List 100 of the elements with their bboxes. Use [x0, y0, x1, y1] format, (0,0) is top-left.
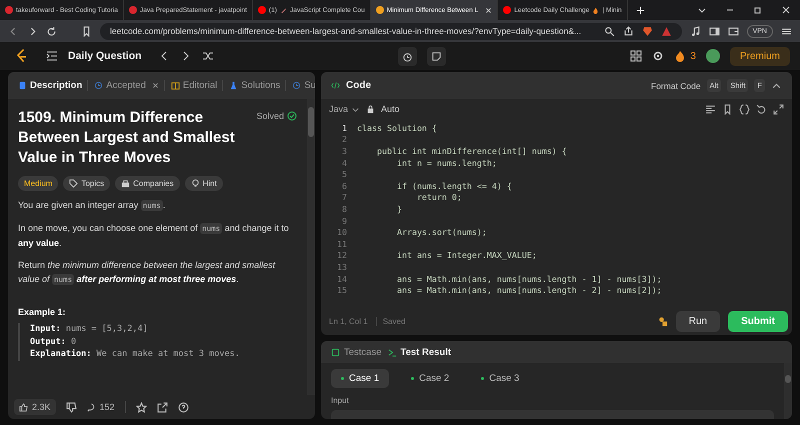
help-icon[interactable]	[178, 402, 189, 412]
like-button[interactable]: 2.3K	[14, 399, 56, 415]
check-circle-icon	[287, 111, 297, 121]
flask-icon	[229, 81, 238, 90]
code-line: }	[396, 204, 402, 214]
external-link-icon[interactable]	[156, 402, 168, 412]
line-number: 12	[336, 250, 348, 260]
undo-icon[interactable]	[756, 104, 767, 114]
status-dot-icon	[481, 377, 484, 380]
address-bar[interactable]: leetcode.com/problems/minimum-difference-between-largest-and-smallest-value-in-three-moves/?envType=daily-question&...	[100, 22, 682, 40]
alarm-clock-button[interactable]	[398, 46, 417, 66]
new-tab-icon[interactable]	[636, 6, 645, 14]
star-icon[interactable]	[136, 402, 147, 412]
wallet-icon[interactable]	[728, 26, 739, 36]
shield-icon[interactable]	[642, 26, 653, 36]
bookmark-icon[interactable]	[722, 104, 733, 114]
url-text: leetcode.com/problems/minimum-difference-between-largest-and-smallest-value-in-three-moves/?envType=daily-question&...	[110, 26, 582, 36]
checkbox-icon	[331, 348, 340, 356]
code-icon	[331, 81, 340, 90]
music-icon[interactable]	[690, 26, 701, 36]
avatar-icon[interactable]	[706, 49, 720, 63]
code-line: Arrays.sort(nums);	[396, 227, 487, 238]
sidebar-icon[interactable]	[708, 26, 720, 36]
expand-icon[interactable]	[773, 104, 784, 114]
difficulty-tag[interactable]: Medium	[18, 176, 58, 191]
problem-title: 1509. Minimum Difference Between Largest and Smallest Value in Three Moves	[18, 108, 236, 168]
dislike-icon[interactable]	[66, 402, 77, 412]
triangle-icon[interactable]	[660, 26, 672, 36]
braces-icon[interactable]	[739, 104, 750, 114]
status-dot-icon	[341, 377, 344, 380]
alarm-clock-icon	[402, 50, 413, 62]
book-icon	[170, 81, 180, 90]
thumbs-up-icon	[19, 402, 28, 412]
streak-count[interactable]: 3	[690, 50, 696, 62]
example-line: Input: nums = [5,3,2,4]	[30, 323, 149, 336]
run-button[interactable]: Run	[676, 310, 720, 332]
scrollbar[interactable]	[784, 363, 792, 419]
panel-tab[interactable]: Testcase	[331, 346, 382, 358]
line-number: 10	[336, 227, 348, 238]
tag-button[interactable]: Hint	[184, 176, 223, 191]
case-tab[interactable]: Case 3	[471, 369, 530, 388]
example-heading: Example 1:	[18, 307, 67, 317]
settings-icon[interactable]	[652, 50, 664, 62]
restore-icon[interactable]	[753, 5, 763, 15]
line-number: 1	[341, 122, 348, 133]
status-dot-icon	[411, 377, 414, 380]
scrollbar[interactable]	[307, 99, 315, 395]
save-status: Saved	[376, 316, 406, 326]
line-number: 14	[336, 274, 348, 284]
comments-button[interactable]: 152	[86, 402, 115, 412]
code-line: int ans = Integer.MAX_VALUE;	[396, 250, 537, 260]
format-code-label: Format Code	[651, 80, 701, 90]
panel-tab[interactable]: Accepted	[94, 80, 165, 91]
code-line: class Solution {	[357, 122, 437, 133]
panel-tab[interactable]: Solutions	[229, 80, 286, 91]
code-line: ans = Math.min(ans, nums[nums.length - 2] - nums[2]);	[396, 285, 662, 296]
close-icon[interactable]	[781, 5, 791, 15]
close-icon[interactable]	[152, 82, 159, 89]
panel-tab[interactable]: Test Result	[388, 346, 452, 358]
tag-button[interactable]: Companies	[115, 176, 180, 191]
line-number: 8	[341, 204, 348, 214]
case-tab[interactable]: Case 1	[331, 369, 390, 388]
auto-mode-label[interactable]: Auto	[381, 104, 400, 114]
line-number: 5	[341, 169, 348, 180]
example-line: Output: 0	[30, 336, 78, 348]
line-number: 9	[341, 216, 348, 226]
cursor-position: Ln 1, Col 1	[329, 316, 368, 326]
panel-tab[interactable]: Description	[18, 80, 88, 91]
zoom-icon[interactable]	[604, 26, 615, 36]
line-number: 7	[341, 192, 348, 202]
code-line: int n = nums.length;	[396, 158, 497, 168]
line-number: 4	[341, 158, 348, 168]
align-left-icon[interactable]	[705, 104, 716, 114]
list-icon[interactable]	[46, 50, 58, 62]
note-button[interactable]	[426, 46, 446, 66]
flame-icon[interactable]	[674, 50, 686, 62]
language-dropdown[interactable]: Java	[329, 104, 360, 114]
line-number: 2	[341, 134, 348, 144]
share-icon[interactable]	[622, 26, 634, 36]
tag-icon	[69, 179, 78, 188]
premium-button[interactable]: Premium	[730, 46, 790, 66]
terminal-icon	[388, 348, 396, 356]
problem-list-title[interactable]: Daily Question	[68, 50, 142, 62]
reload-icon[interactable]	[46, 26, 57, 36]
debugger-icon[interactable]	[656, 316, 668, 326]
code-line: return 0;	[416, 192, 462, 202]
shuffle-icon[interactable]	[202, 50, 214, 62]
bookmark-icon[interactable]	[81, 26, 92, 36]
grid-icon[interactable]	[630, 50, 642, 62]
input-label: Input	[331, 396, 350, 405]
code-line: public int minDifference(int[] nums) {	[376, 146, 567, 156]
line-number: 6	[341, 180, 348, 191]
line-number: 3	[341, 146, 348, 156]
clock-icon	[94, 81, 104, 90]
clock-icon	[292, 81, 302, 90]
close-icon[interactable]	[485, 6, 492, 14]
case-tab[interactable]: Case 2	[401, 369, 460, 388]
panel-tab[interactable]: Editorial	[170, 80, 224, 91]
tag-button[interactable]: Topics	[63, 176, 110, 191]
document-icon	[18, 81, 27, 90]
